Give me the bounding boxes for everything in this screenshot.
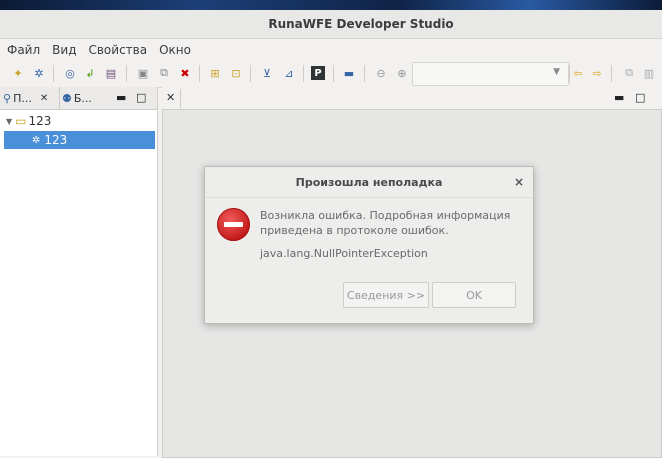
tree-icon: ⚲ [3, 91, 12, 105]
menu-view[interactable]: Вид [45, 43, 81, 57]
editor-tab-bar: ✕ ▬ □ [162, 87, 662, 110]
process-icon: ✲ [32, 134, 41, 146]
tab-bots[interactable]: ⚉ Б... [62, 90, 92, 106]
exception-text: java.lang.NullPointerException [260, 247, 428, 260]
tree-item-project[interactable]: ▼ ▭ 123 [6, 112, 156, 130]
window-titlebar[interactable]: RunaWFE Developer Studio [0, 10, 662, 39]
tab-label: Б... [73, 91, 92, 105]
minus-icon[interactable]: ▬ [341, 65, 357, 81]
toolbar-separator [250, 65, 251, 82]
folder-icon: ▭ [15, 114, 27, 128]
new-project-icon[interactable]: ✦ [10, 65, 26, 81]
zoom-combo[interactable]: ▼ [412, 62, 569, 86]
open-icon[interactable]: ⊞ [207, 65, 223, 81]
menu-properties[interactable]: Свойства [81, 43, 152, 57]
minimize-icon[interactable]: ▬ [116, 91, 126, 104]
tab-divider [59, 87, 60, 109]
deploy-icon[interactable]: ⊻ [259, 65, 275, 81]
toolbar-separator [199, 65, 200, 82]
tree-item-process[interactable]: ✲ 123 [4, 131, 155, 149]
toolbar-separator [303, 65, 304, 82]
maximize-icon[interactable]: □ [136, 91, 146, 104]
toolbar-separator [53, 65, 54, 82]
deploy-server-icon[interactable]: ⊿ [281, 65, 297, 81]
panel-tab-bar: ⚲ П... ✕ ⚉ Б... ▬ □ [0, 87, 157, 110]
close-icon[interactable]: × [514, 175, 524, 189]
import-icon[interactable]: ↲ [82, 65, 98, 81]
dialog-title: Произошла неполадка [295, 175, 443, 189]
error-dialog: Произошла неполадка × Возникла ошибка. П… [204, 166, 534, 324]
menu-file[interactable]: Файл [0, 43, 45, 57]
save-all-icon[interactable]: ⧉ [156, 65, 172, 81]
minimize-icon[interactable]: ▬ [614, 91, 624, 104]
back-arrow-icon[interactable]: ⇦ [570, 65, 586, 81]
maximize-icon[interactable]: □ [635, 91, 645, 104]
chevron-down-icon: ▼ [553, 67, 560, 77]
delete-icon[interactable]: ✖ [177, 65, 193, 81]
toolbar-separator [364, 65, 365, 82]
toolbar-separator [611, 65, 612, 82]
paste-icon[interactable]: ▥ [641, 65, 657, 81]
details-button[interactable]: Сведения >> [343, 282, 429, 308]
tree-item-label: 123 [28, 114, 52, 128]
window-title: RunaWFE Developer Studio [268, 17, 454, 31]
properties-icon[interactable]: P [311, 66, 325, 80]
export-icon[interactable]: ▤ [103, 65, 119, 81]
desktop-background [0, 0, 662, 10]
zoom-in-icon[interactable]: ⊕ [394, 65, 410, 81]
toolbar-separator [126, 65, 127, 82]
save-icon[interactable]: ▣ [135, 65, 151, 81]
dialog-titlebar[interactable]: Произошла неполадка × [205, 167, 533, 198]
ok-button[interactable]: OK [432, 282, 516, 308]
connect-icon[interactable]: ◎ [62, 65, 78, 81]
new-process-icon[interactable]: ✲ [31, 65, 47, 81]
error-message: Возникла ошибка. Подробная информация пр… [260, 209, 511, 237]
close-icon[interactable]: ✕ [40, 93, 48, 104]
menu-window[interactable]: Окно [152, 43, 196, 57]
project-explorer-panel: ⚲ П... ✕ ⚉ Б... ▬ □ ▼ ▭ 123 ✲ 123 [0, 87, 158, 456]
tab-projects[interactable]: ⚲ П... ✕ [3, 90, 48, 106]
chevron-down-icon[interactable]: ▼ [6, 117, 12, 126]
toolbar: ✦ ✲ ◎ ↲ ▤ ▣ ⧉ ✖ ⊞ ⊡ ⊻ ⊿ P ▬ ⊖ ⊕ ▼ ⇦ ⇨ ⧉ … [0, 60, 662, 88]
tab-label: П... [13, 91, 32, 105]
tab-divider [180, 89, 181, 108]
forward-arrow-icon[interactable]: ⇨ [589, 65, 605, 81]
users-icon: ⚉ [62, 91, 72, 105]
close-icon[interactable]: ✕ [166, 91, 175, 104]
error-icon [217, 208, 250, 241]
toolbar-separator [333, 65, 334, 82]
menu-bar: Файл Вид Свойства Окно [0, 39, 662, 60]
zoom-out-icon[interactable]: ⊖ [373, 65, 389, 81]
copy-icon[interactable]: ⧉ [621, 65, 637, 81]
tree-item-label: 123 [44, 133, 68, 147]
copy-file-icon[interactable]: ⊡ [228, 65, 244, 81]
